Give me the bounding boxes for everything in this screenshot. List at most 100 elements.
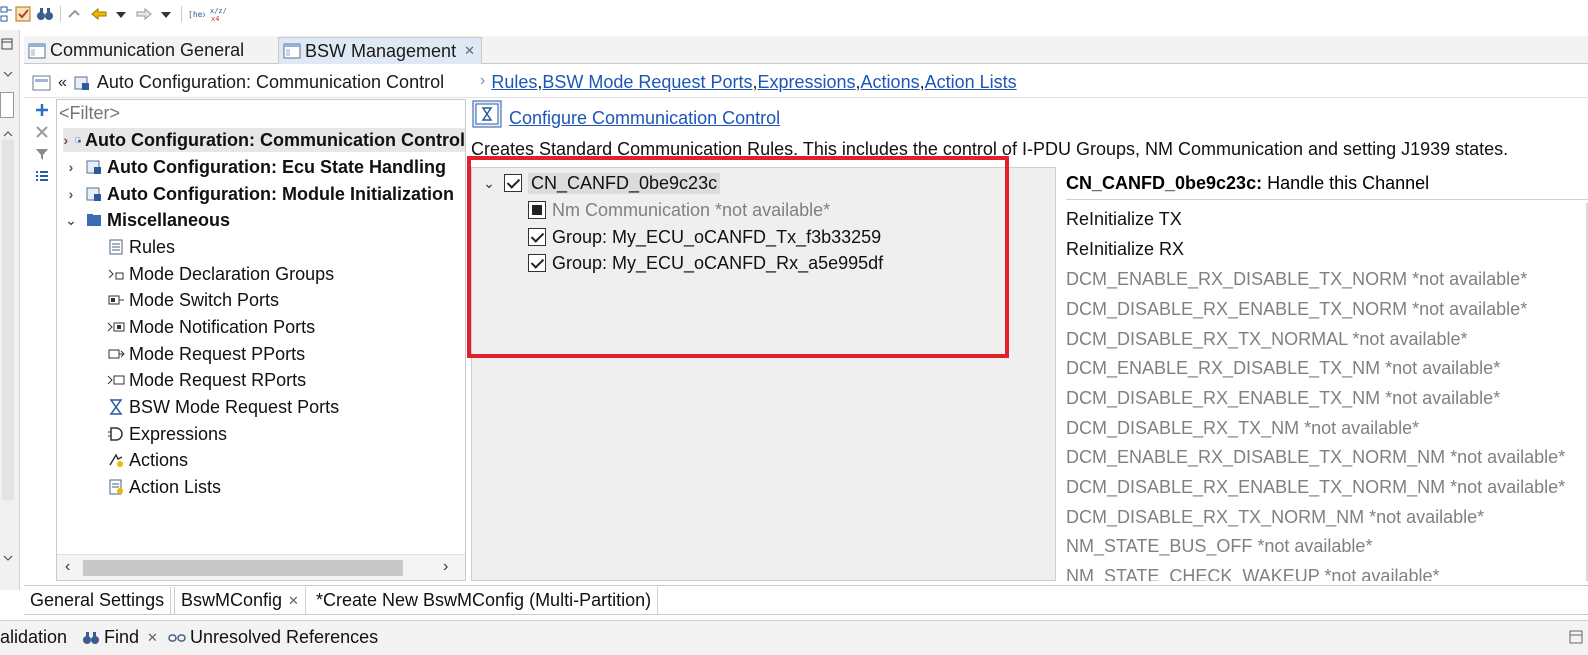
forward-arrow-icon[interactable]: [135, 5, 153, 23]
tree-item-label: Auto Configuration: Communication Contro…: [85, 129, 465, 150]
gutter-scrollbar[interactable]: [2, 140, 14, 500]
tree-item-mode-notification-ports[interactable]: Mode Notification Ports: [107, 315, 315, 339]
binoculars-icon: [83, 631, 99, 644]
link-expressions[interactable]: Expressions: [757, 72, 855, 93]
link-rules[interactable]: Rules: [491, 72, 537, 93]
tree-item-expressions[interactable]: Expressions: [107, 422, 227, 446]
link-action-lists[interactable]: Action Lists: [925, 72, 1017, 93]
binoculars-icon[interactable]: [36, 5, 54, 23]
dropdown-icon[interactable]: [157, 5, 175, 23]
tree-item-mode-declaration-groups[interactable]: Mode Declaration Groups: [107, 262, 334, 286]
tab-validation[interactable]: alidation: [0, 624, 67, 651]
nm-communication-item[interactable]: Nm Communication *not available*: [528, 197, 830, 223]
group-tx-checkbox[interactable]: [528, 228, 546, 246]
group-rx-checkbox[interactable]: [528, 254, 546, 272]
link-bsw-mode-request-ports[interactable]: BSW Mode Request Ports: [542, 72, 752, 93]
chevron-right-icon[interactable]: ›: [63, 132, 69, 148]
group-tx-item[interactable]: Group: My_ECU_oCANFD_Tx_f3b33259: [528, 224, 881, 250]
window-icon: [28, 43, 46, 58]
tree-item-label: Mode Declaration Groups: [129, 263, 335, 284]
outline-icon[interactable]: [32, 74, 52, 92]
tree-item-miscellaneous[interactable]: ⌄ Miscellaneous: [63, 208, 230, 232]
breadcrumb-arrow-icon: ›: [480, 72, 486, 89]
tree-item-mode-request-rports[interactable]: Mode Request RPorts: [107, 368, 306, 392]
expression-icon: [108, 427, 123, 441]
nm-communication-checkbox[interactable]: [528, 201, 546, 219]
close-icon[interactable]: ✕: [147, 630, 158, 646]
channel-checkbox[interactable]: [504, 174, 522, 192]
chevron-down-icon[interactable]: [2, 552, 14, 564]
tree-item-action-lists[interactable]: Action Lists: [107, 475, 221, 499]
link-actions[interactable]: Actions: [861, 72, 920, 93]
chevron-down-icon[interactable]: ⌄: [63, 212, 79, 229]
property-item[interactable]: ReInitialize TX: [1066, 209, 1182, 230]
window-icon: [283, 43, 301, 59]
chevron-right-icon[interactable]: ›: [63, 186, 79, 202]
back-arrow-icon[interactable]: [90, 5, 108, 23]
link-icon[interactable]: [66, 5, 84, 23]
notification-port-icon: [107, 322, 125, 332]
tree-item-label: Mode Notification Ports: [129, 316, 316, 337]
close-icon[interactable]: ✕: [464, 43, 475, 59]
tab-label: Communication General: [50, 40, 245, 60]
property-item: DCM_DISABLE_RX_TX_NORMAL *not available*: [1066, 329, 1468, 349]
hex-icon[interactable]: [hex]: [187, 5, 205, 23]
left-gutter: [0, 30, 20, 590]
svg-text:x/z/: x/z/: [210, 7, 227, 15]
tab-label: Find: [104, 627, 140, 647]
group-rx-item[interactable]: Group: My_ECU_oCANFD_Rx_a5e995df: [528, 250, 883, 276]
remove-icon[interactable]: [34, 124, 50, 140]
filter-input[interactable]: [59, 102, 463, 124]
tree-item-mode-request-pports[interactable]: Mode Request PPorts: [107, 342, 305, 366]
compare-icon[interactable]: x/z/x4: [209, 5, 227, 23]
tab-find[interactable]: Find ✕: [82, 624, 158, 651]
config-node-icon: [75, 137, 81, 143]
filter-icon[interactable]: [34, 146, 50, 162]
chevron-right-icon[interactable]: ›: [63, 159, 79, 175]
tree-item-module-initialization[interactable]: › Auto Configuration: Module Initializat…: [63, 182, 454, 206]
tab-communication-general[interactable]: Communication General: [24, 37, 250, 64]
config-node-icon: [74, 76, 89, 90]
tab-create-new-bswmconfig[interactable]: *Create New BswMConfig (Multi-Partition): [310, 587, 659, 614]
chevron-down-icon[interactable]: [2, 68, 14, 80]
dropdown-icon[interactable]: [112, 5, 130, 23]
properties-channel-name: CN_CANFD_0be9c23c:: [1066, 173, 1263, 193]
tree-horizontal-scrollbar[interactable]: ‹ ›: [57, 554, 465, 580]
tree-item-actions[interactable]: Actions: [107, 448, 188, 472]
breadcrumb-links: › Rules, BSW Mode Request Ports, Express…: [480, 72, 1017, 93]
tree-item-bsw-mode-request-ports[interactable]: BSW Mode Request Ports: [107, 395, 339, 419]
property-item: DCM_ENABLE_RX_DISABLE_TX_NORM *not avail…: [1066, 269, 1528, 289]
tree-item-label: Miscellaneous: [107, 209, 231, 230]
tab-unresolved-references[interactable]: Unresolved References: [168, 624, 378, 651]
list-icon[interactable]: [34, 168, 50, 184]
tree-item-rules[interactable]: Rules: [107, 235, 175, 259]
chevron-down-icon[interactable]: ⌄: [480, 175, 498, 192]
tree-item-ecu-state-handling[interactable]: › Auto Configuration: Ecu State Handling: [63, 155, 446, 179]
tab-bsw-management[interactable]: BSW Management ✕: [278, 37, 482, 64]
toolbar-separator: [181, 6, 182, 22]
configure-communication-control-link[interactable]: Configure Communication Control: [509, 108, 780, 129]
config-icon[interactable]: [14, 5, 32, 23]
property-item[interactable]: ReInitialize RX: [1066, 239, 1184, 260]
view-menu-icon[interactable]: [1568, 629, 1584, 645]
chevron-left-icon[interactable]: ‹: [65, 558, 70, 576]
gutter-field[interactable]: [0, 92, 14, 118]
navigation-tree: › Auto Configuration: Communication Cont…: [56, 99, 466, 581]
restore-icon[interactable]: [1, 38, 13, 50]
chevron-right-icon[interactable]: ›: [443, 558, 448, 576]
tab-label: BSW Management: [305, 40, 457, 61]
tab-bswmconfig[interactable]: BswMConfig ✕: [174, 587, 306, 614]
channel-item[interactable]: ⌄ CN_CANFD_0be9c23c: [480, 170, 721, 196]
breadcrumb-current-label: Auto Configuration: Communication Contro…: [96, 72, 445, 92]
double-chevron-left-icon[interactable]: «: [58, 74, 67, 92]
close-icon[interactable]: ✕: [288, 593, 299, 609]
toolbar-separator: [60, 6, 61, 22]
add-icon[interactable]: [34, 102, 50, 118]
tab-general-settings[interactable]: General Settings: [24, 587, 172, 614]
page-description: Creates Standard Communication Rules. Th…: [471, 139, 1509, 159]
tree-item-mode-switch-ports[interactable]: Mode Switch Ports: [107, 288, 279, 312]
request-rport-icon: [107, 375, 125, 385]
chevron-up-icon[interactable]: [2, 128, 14, 140]
scrollbar-thumb[interactable]: [83, 560, 403, 576]
tree-item-communication-control[interactable]: › Auto Configuration: Communication Cont…: [63, 128, 465, 152]
